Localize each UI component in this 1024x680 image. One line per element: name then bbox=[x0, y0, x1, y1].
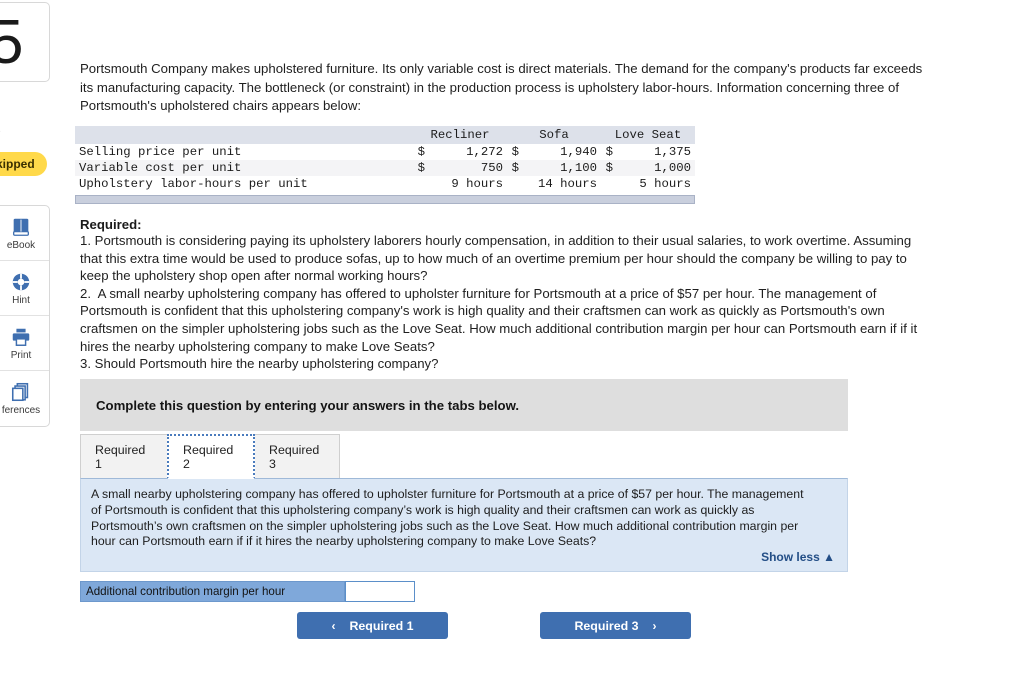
table-row: Variable cost per unit $ 750 $ 1,100 $ 1… bbox=[75, 160, 695, 176]
question-number-box: 5 bbox=[0, 2, 50, 82]
recliner-value: 9 hours bbox=[451, 177, 503, 191]
chevron-left-icon: ‹ bbox=[331, 618, 336, 633]
book-icon bbox=[10, 216, 32, 238]
sidebar-item-references[interactable]: ferences bbox=[0, 371, 49, 426]
tab-label: Required 2 bbox=[183, 442, 234, 471]
row-label: Variable cost per unit bbox=[75, 160, 413, 176]
previous-button-label: Required 1 bbox=[349, 618, 414, 633]
loveseat-value: 1,000 bbox=[617, 160, 695, 176]
column-header-sofa: Sofa bbox=[507, 126, 601, 144]
additional-contribution-margin-input[interactable] bbox=[345, 581, 415, 602]
row-label: Selling price per unit bbox=[79, 145, 242, 159]
answer-row: Additional contribution margin per hour bbox=[80, 581, 415, 602]
sidebar-item-ebook[interactable]: eBook bbox=[0, 206, 49, 261]
loveseat-currency: $ bbox=[601, 160, 617, 176]
recliner-currency: $ bbox=[413, 160, 429, 176]
tab-required-1[interactable]: Required 1 bbox=[80, 434, 168, 479]
sofa-value: 1,940 bbox=[560, 145, 597, 159]
previous-required-button[interactable]: ‹ Required 1 bbox=[297, 612, 448, 639]
row-label: Upholstery labor-hours per unit bbox=[79, 177, 308, 191]
navigation-buttons: ‹ Required 1 Required 3 › bbox=[297, 612, 691, 639]
sidebar-item-print[interactable]: Print bbox=[0, 316, 49, 371]
table-header-row: Recliner Sofa Love Seat bbox=[75, 126, 695, 144]
loveseat-value: 1,375 bbox=[654, 145, 691, 159]
sidebar-item-label: Print bbox=[10, 349, 32, 361]
sidebar-item-label: ferences bbox=[1, 405, 41, 416]
sidebar-item-hint[interactable]: Hint bbox=[0, 261, 49, 316]
table-row: Selling price per unit $ 1,272 $ 1,940 $… bbox=[75, 144, 695, 160]
sofa-value: 14 hours bbox=[537, 177, 597, 191]
sofa-currency bbox=[507, 176, 523, 192]
column-header-loveseat: Love Seat bbox=[601, 126, 695, 144]
recliner-currency bbox=[413, 176, 429, 192]
sofa-value: 1,100 bbox=[523, 160, 601, 176]
question-panel: A small nearby upholstering company has … bbox=[80, 478, 848, 572]
recliner-value: 1,272 bbox=[466, 145, 503, 159]
loveseat-currency: $ bbox=[605, 145, 613, 159]
tab-required-2[interactable]: Required 2 bbox=[167, 434, 255, 479]
table-horizontal-scrollbar[interactable] bbox=[75, 195, 695, 204]
loveseat-value: 5 hours bbox=[639, 177, 691, 191]
instruction-banner: Complete this question by entering your … bbox=[80, 379, 848, 431]
required-heading: Required: bbox=[80, 217, 142, 232]
next-button-label: Required 3 bbox=[574, 618, 639, 633]
printer-icon bbox=[10, 326, 32, 348]
next-required-button[interactable]: Required 3 › bbox=[540, 612, 691, 639]
tool-stack: eBook Hint Print ferences bbox=[0, 205, 50, 427]
recliner-currency: $ bbox=[417, 145, 425, 159]
points-value: 8 bbox=[0, 108, 50, 123]
sofa-currency: $ bbox=[511, 145, 519, 159]
question-panel-text: A small nearby upholstering company has … bbox=[91, 487, 804, 549]
sidebar-item-label: Hint bbox=[12, 294, 30, 306]
financial-table-container: Recliner Sofa Love Seat Selling price pe… bbox=[75, 126, 695, 204]
tab-bar: Required 1 Required 2 Required 3 bbox=[80, 434, 848, 479]
sofa-currency: $ bbox=[507, 160, 523, 176]
column-header-blank bbox=[75, 126, 413, 144]
answer-label: Additional contribution margin per hour bbox=[80, 581, 345, 602]
status-badge: kipped bbox=[0, 152, 47, 176]
lifebuoy-icon bbox=[10, 271, 32, 293]
problem-intro: Portsmouth Company makes upholstered fur… bbox=[80, 61, 923, 113]
required-body: 1. Portsmouth is considering paying its … bbox=[80, 233, 918, 372]
points-block: 8 ts bbox=[0, 108, 50, 137]
column-header-recliner: Recliner bbox=[413, 126, 507, 144]
references-icon bbox=[10, 381, 32, 403]
page-root: 5 8 ts kipped eBook bbox=[0, 0, 1024, 680]
table-row: Upholstery labor-hours per unit 9 hours … bbox=[75, 176, 695, 192]
tab-label: Required 1 bbox=[95, 442, 146, 471]
tab-required-3[interactable]: Required 3 bbox=[254, 434, 340, 479]
left-sidebar: 5 8 ts kipped eBook bbox=[0, 0, 52, 680]
question-number: 5 bbox=[0, 9, 24, 77]
points-label: ts bbox=[0, 123, 50, 137]
sidebar-item-label: eBook bbox=[6, 239, 36, 251]
chevron-right-icon: › bbox=[652, 618, 657, 633]
recliner-value: 750 bbox=[429, 160, 507, 176]
show-less-link[interactable]: Show less ▲ bbox=[761, 550, 835, 564]
loveseat-currency bbox=[601, 176, 617, 192]
instruction-banner-text: Complete this question by entering your … bbox=[96, 397, 520, 413]
tab-label: Required 3 bbox=[269, 442, 320, 471]
financial-table: Recliner Sofa Love Seat Selling price pe… bbox=[75, 126, 695, 192]
